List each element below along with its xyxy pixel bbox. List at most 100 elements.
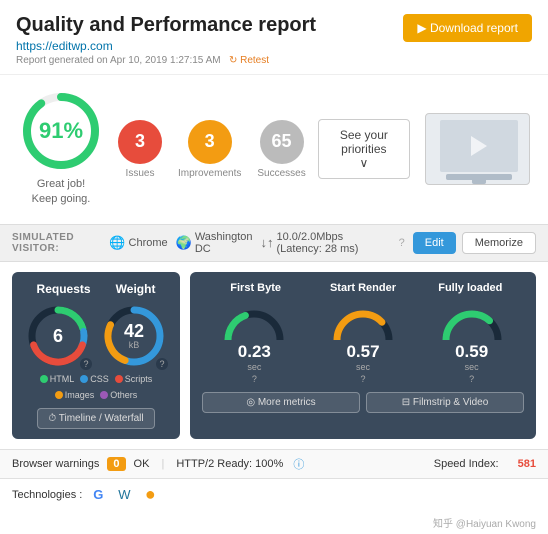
improvements-bubble: 3 Improvements <box>178 120 241 179</box>
legend-item: HTML <box>40 374 75 384</box>
start-render-unit: sec <box>356 362 370 372</box>
successes-label: Successes <box>257 168 305 179</box>
http2-label: HTTP/2 Ready: 100% <box>176 458 283 470</box>
location-icon: 🌍 <box>176 235 192 251</box>
location-item: 🌍 Washington DC <box>176 231 253 255</box>
successes-bubble: 65 Successes <box>257 120 305 179</box>
fully-loaded-gauge: 0.59 sec ? <box>438 300 506 384</box>
requests-value: 6 <box>53 327 63 345</box>
thumbnail-screen <box>440 120 518 172</box>
location-name: Washington DC <box>195 231 253 255</box>
score-label: Great job! Keep going. <box>32 177 91 208</box>
start-render-value: 0.57 <box>346 342 379 362</box>
speed-index-label: Speed Index: <box>434 458 499 470</box>
help-icon: ? <box>399 237 405 249</box>
thumbnail-box <box>425 113 530 185</box>
tech-google-icon: G <box>88 485 108 505</box>
page-container: Quality and Performance report https://e… <box>0 0 548 534</box>
visitor-label: SIMULATED VISITOR: <box>12 232 99 254</box>
successes-count: 65 <box>260 120 304 164</box>
tech-other-icon: ● <box>140 485 160 505</box>
first-byte-gauge: 0.23 sec ? <box>220 300 288 384</box>
tech-wordpress-icon: W <box>114 485 134 505</box>
warnings-ok: OK <box>134 458 150 470</box>
memorize-button[interactable]: Memorize <box>462 232 536 254</box>
speed-item: ↓↑ 10.0/2.0Mbps (Latency: 28 ms) <box>261 231 391 255</box>
play-icon <box>471 136 487 156</box>
weight-value: 42 kB <box>124 322 144 350</box>
first-byte-unit: sec <box>247 362 261 372</box>
metrics-row: Requests Weight 6 <box>12 272 536 439</box>
legend-item: Images <box>55 390 95 400</box>
donut-row: 6 ? 42 kB <box>24 304 168 368</box>
fully-loaded-title: Fully loaded <box>417 282 524 294</box>
right-titles: First Byte Start Render Fully loaded <box>202 282 524 294</box>
improvements-count: 3 <box>188 120 232 164</box>
timeline-btn-row: ⏱ Timeline / Waterfall <box>24 408 168 429</box>
score-value: 91% <box>39 118 83 144</box>
retest-link[interactable]: ↻ Retest <box>229 55 269 66</box>
thumbnail-stand <box>472 180 486 184</box>
tech-label: Technologies : <box>12 489 82 501</box>
edit-button[interactable]: Edit <box>413 232 456 254</box>
fully-loaded-unit: sec <box>465 362 479 372</box>
start-render-title: Start Render <box>309 282 416 294</box>
timing-panel: First Byte Start Render Fully loaded 0 <box>190 272 536 439</box>
requests-weight-panel: Requests Weight 6 <box>12 272 180 439</box>
watermark: 知乎 @Haiyuan Kwong <box>0 511 548 534</box>
visitor-bar: SIMULATED VISITOR: 🌐 Chrome 🌍 Washington… <box>0 224 548 262</box>
score-section: 91% Great job! Keep going. 3 Issues 3 Im… <box>0 75 548 224</box>
metrics-panel: Requests Weight 6 <box>0 262 548 449</box>
timeline-button[interactable]: ⏱ Timeline / Waterfall <box>37 408 154 429</box>
requests-help[interactable]: ? <box>80 358 92 370</box>
start-render-help[interactable]: ? <box>360 374 365 384</box>
gauges-row: 0.23 sec ? 0.57 sec <box>202 300 524 384</box>
priorities-button[interactable]: See your priorities ∨ <box>318 119 410 179</box>
priorities-wrap: See your priorities ∨ <box>318 119 410 179</box>
requests-title: Requests <box>37 282 91 296</box>
separator-1: | <box>161 458 164 470</box>
report-meta: Report generated on Apr 10, 2019 1:27:15… <box>16 55 221 66</box>
first-byte-value: 0.23 <box>238 342 271 362</box>
legend-item: Scripts <box>115 374 153 384</box>
metrics-bubbles: 3 Issues 3 Improvements 65 Successes <box>118 120 306 179</box>
footer-bar: Browser warnings 0 OK | HTTP/2 Ready: 10… <box>0 449 548 478</box>
browser-item: 🌐 Chrome <box>109 235 167 251</box>
weight-help[interactable]: ? <box>156 358 168 370</box>
download-button[interactable]: ▶ Download report <box>403 14 532 42</box>
fully-loaded-help[interactable]: ? <box>469 374 474 384</box>
legend-item: Others <box>100 390 137 400</box>
site-thumbnail <box>422 113 532 185</box>
score-circle-wrap: 91% Great job! Keep going. <box>16 91 106 208</box>
score-circle: 91% <box>21 91 101 171</box>
fully-loaded-value: 0.59 <box>455 342 488 362</box>
visitor-actions: Edit Memorize <box>413 232 536 254</box>
browser-name: Chrome <box>129 237 168 249</box>
requests-donut: 6 ? <box>26 304 90 368</box>
speed-value: 10.0/2.0Mbps (Latency: 28 ms) <box>277 231 391 255</box>
improvements-label: Improvements <box>178 168 241 179</box>
site-link[interactable]: https://editwp.com <box>16 39 113 53</box>
right-btn-row: ◎ More metrics ⊟ Filmstrip & Video <box>202 392 524 413</box>
weight-title: Weight <box>116 282 156 296</box>
issues-label: Issues <box>126 168 155 179</box>
warnings-badge: 0 <box>107 457 125 471</box>
filmstrip-button[interactable]: ⊟ Filmstrip & Video <box>366 392 524 413</box>
speed-icon: ↓↑ <box>261 235 274 250</box>
more-metrics-button[interactable]: ◎ More metrics <box>202 392 360 413</box>
speed-index-value: 581 <box>518 458 536 470</box>
tech-bar: Technologies : G W ● <box>0 478 548 511</box>
issues-count: 3 <box>118 120 162 164</box>
start-render-gauge: 0.57 sec ? <box>329 300 397 384</box>
warnings-label: Browser warnings <box>12 458 99 470</box>
first-byte-title: First Byte <box>202 282 309 294</box>
retest-icon: ↻ <box>229 55 237 66</box>
header: Quality and Performance report https://e… <box>0 0 548 75</box>
page-title: Quality and Performance report <box>16 14 316 37</box>
http2-help-icon[interactable]: ⓘ <box>293 456 304 472</box>
left-titles: Requests Weight <box>24 282 168 296</box>
legend-row: HTMLCSSScriptsImagesOthers <box>24 374 168 400</box>
issues-bubble: 3 Issues <box>118 120 162 179</box>
browser-icon: 🌐 <box>109 235 125 251</box>
first-byte-help[interactable]: ? <box>252 374 257 384</box>
